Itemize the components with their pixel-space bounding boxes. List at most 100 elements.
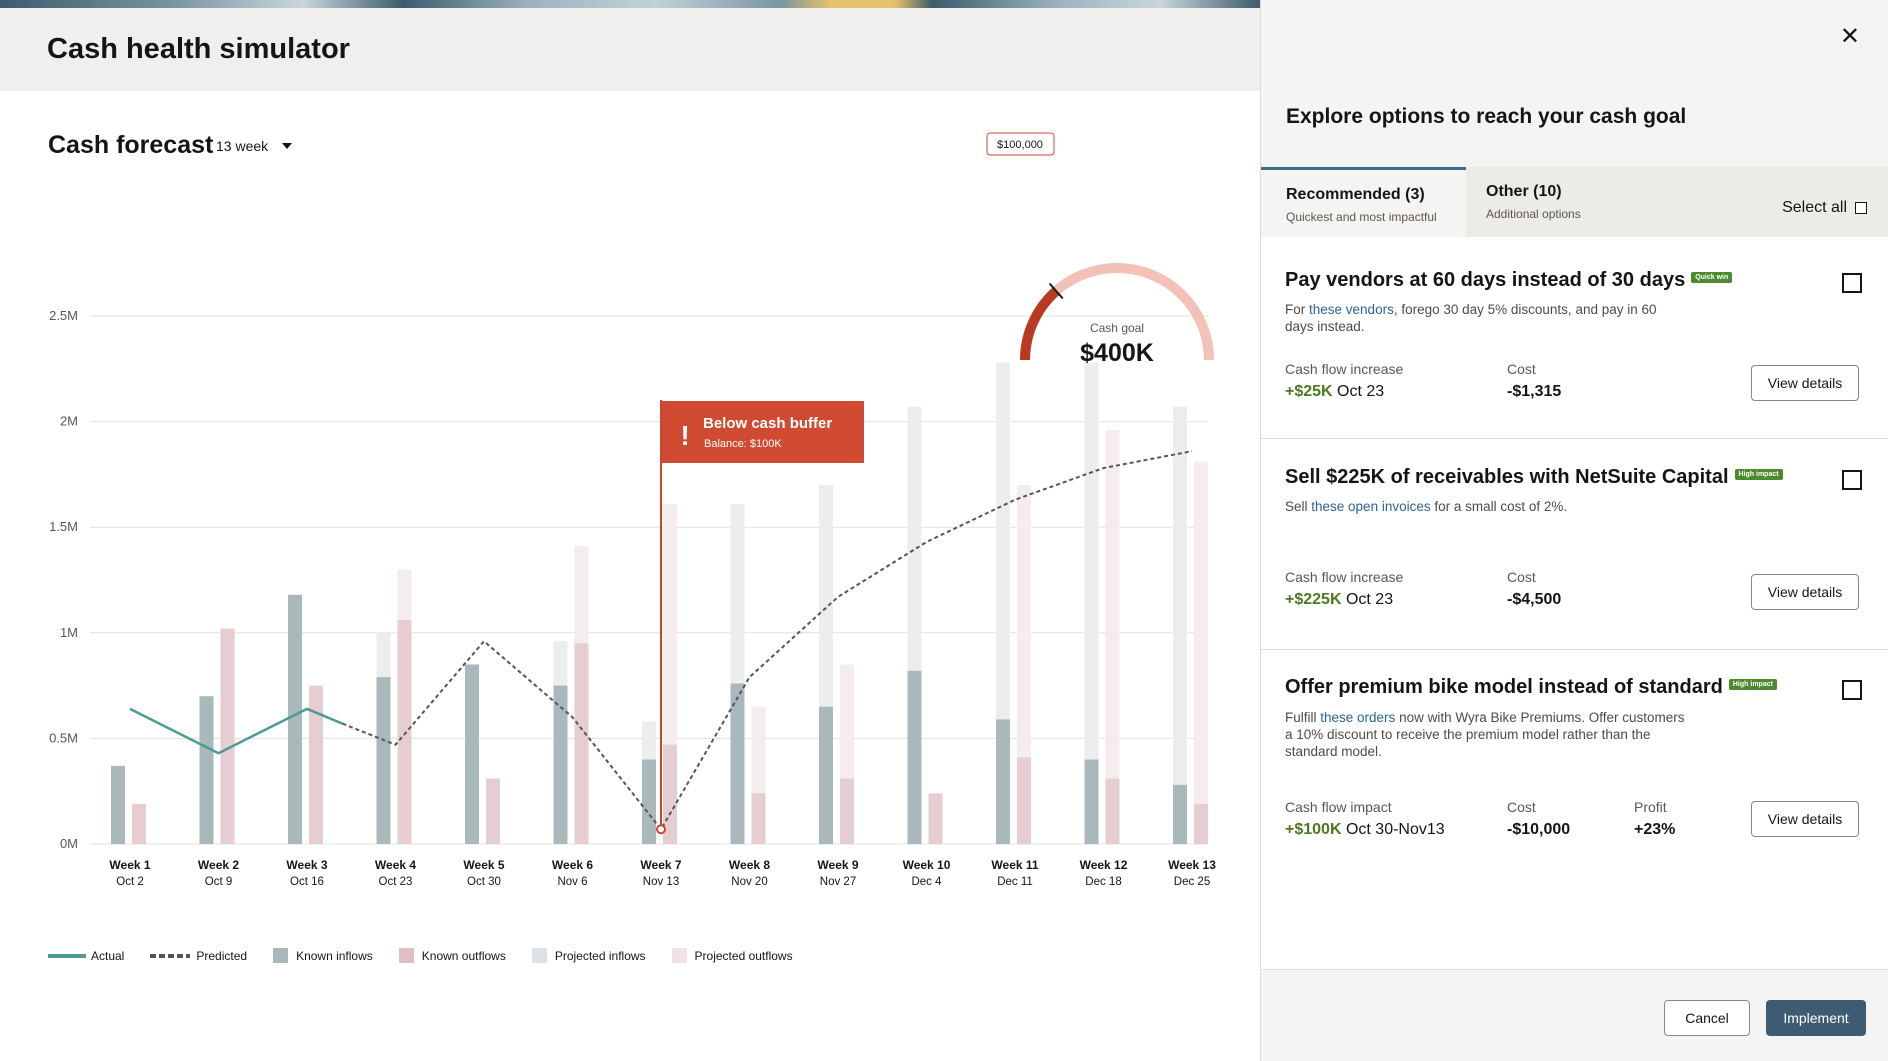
alert-tooltip-box: [661, 401, 864, 463]
x-tick-week: Week 8: [729, 858, 770, 872]
bar-known-inflow: [642, 759, 656, 844]
y-tick-label: 1M: [60, 625, 78, 640]
tab-other-sublabel: Additional options: [1486, 207, 1581, 221]
select-all-checkbox[interactable]: Select all: [1782, 199, 1867, 217]
option-title: Offer premium bike model instead of stan…: [1285, 676, 1777, 699]
option-checkbox[interactable]: [1842, 680, 1862, 700]
gauge-label: Cash goal: [1090, 321, 1144, 335]
bar-known-outflow: [1017, 757, 1031, 844]
bar-known-inflow: [465, 664, 479, 844]
bar-known-inflow: [553, 685, 568, 844]
legend-swatch-actual: [48, 953, 86, 958]
metric-cash-flow-impact: Cash flow impact +$100K Oct 30-Nov13: [1285, 799, 1445, 838]
bar-known-outflow: [486, 778, 500, 844]
page-title: Cash health simulator: [47, 33, 350, 65]
option-description: Fulfill these orders now with Wyra Bike …: [1285, 710, 1685, 759]
open-invoices-link[interactable]: these open invoices: [1311, 499, 1430, 514]
checkbox-icon: [1855, 202, 1867, 214]
alert-icon: !: [680, 420, 689, 451]
x-tick-date: Nov 13: [643, 876, 679, 888]
bar-known-inflow: [907, 670, 922, 844]
bar-known-inflow: [730, 683, 745, 844]
view-details-button[interactable]: View details: [1751, 574, 1859, 610]
options-list: Pay vendors at 60 days instead of 30 day…: [1261, 237, 1888, 969]
x-tick-week: Week 2: [198, 858, 239, 872]
x-tick-week: Week 10: [903, 858, 951, 872]
bar-projected-outflow: [1194, 461, 1208, 844]
alert-balance: Balance: $100K: [704, 438, 782, 450]
view-details-button[interactable]: View details: [1751, 801, 1859, 837]
x-tick-week: Week 9: [817, 858, 858, 872]
legend-swatch-projected-inflows: [531, 948, 547, 963]
option-title: Sell $225K of receivables with NetSuite …: [1285, 466, 1783, 489]
page-header: Cash health simulator: [0, 8, 1260, 91]
legend-swatch-known-inflows: [273, 948, 289, 963]
panel-title: Explore options to reach your cash goal: [1286, 105, 1687, 128]
x-tick-week: Week 5: [463, 858, 504, 872]
main-area: Cash health simulator Cash forecast 13 w…: [0, 0, 1260, 1061]
view-details-button[interactable]: View details: [1751, 365, 1859, 401]
bar-known-outflow: [574, 643, 589, 844]
x-tick-date: Nov 20: [731, 876, 767, 888]
chart-legend: Actual Predicted Known inflows Known out…: [48, 948, 819, 963]
decorative-banner-strip: [0, 0, 1260, 8]
option-checkbox[interactable]: [1842, 470, 1862, 490]
bar-known-inflow: [111, 765, 125, 844]
metric-cash-flow: Cash flow increase +$225K Oct 23: [1285, 569, 1404, 608]
x-tick-date: Oct 30: [467, 876, 501, 888]
bar-known-inflow: [199, 696, 214, 844]
legend-swatch-predicted: [150, 953, 191, 958]
option-card-pay-vendors: Pay vendors at 60 days instead of 30 day…: [1261, 237, 1888, 439]
x-tick-date: Dec 4: [911, 876, 942, 888]
tab-recommended-label: Recommended (3): [1286, 186, 1425, 203]
bar-projected-inflow: [1173, 406, 1187, 844]
bar-known-inflow: [819, 706, 833, 844]
alert-marker-point: [656, 824, 666, 835]
legend-item-known-inflows: Known inflows: [273, 948, 373, 963]
option-badge: High impact: [1734, 469, 1783, 481]
tab-other-label: Other (10): [1486, 183, 1562, 200]
x-tick-week: Week 12: [1080, 858, 1128, 872]
bar-known-outflow: [397, 620, 412, 844]
x-tick-date: Dec 11: [997, 876, 1033, 888]
orders-link[interactable]: these orders: [1320, 710, 1395, 725]
bar-known-outflow: [928, 793, 943, 844]
bar-known-outflow: [1194, 803, 1208, 844]
tab-recommended[interactable]: Recommended (3) Quickest and most impact…: [1261, 167, 1466, 237]
option-description: Sell these open invoices for a small cos…: [1285, 499, 1568, 514]
bar-known-inflow: [1084, 759, 1099, 844]
legend-item-projected-outflows: Projected outflows: [671, 948, 793, 963]
legend-item-predicted: Predicted: [150, 949, 247, 963]
x-tick-date: Oct 9: [205, 876, 232, 888]
bar-known-outflow: [1105, 778, 1120, 844]
x-tick-week: Week 13: [1168, 858, 1216, 872]
x-tick-date: Nov 27: [820, 876, 856, 888]
y-tick-label: 0M: [60, 836, 78, 851]
metric-cost: Cost -$10,000: [1507, 799, 1571, 838]
cash-forecast-chart: 2.5M 2M 1.5M 1M 0.5M 0M Week 1 Oct 2 Week 2 Oct 9…: [49, 132, 1216, 888]
bar-known-outflow: [132, 803, 146, 844]
option-title: Pay vendors at 60 days instead of 30 day…: [1285, 269, 1733, 292]
select-all-label: Select all: [1782, 199, 1847, 216]
alert-title: Below cash buffer: [703, 415, 832, 432]
x-tick-week: Week 4: [375, 858, 416, 872]
close-icon[interactable]: ✕: [1840, 22, 1860, 51]
bar-known-outflow: [840, 778, 854, 844]
bar-known-outflow: [751, 793, 766, 844]
x-tick-week: Week 3: [286, 858, 327, 872]
x-tick-date: Nov 6: [557, 876, 587, 888]
bar-known-inflow: [376, 677, 391, 844]
vendors-link[interactable]: these vendors: [1309, 302, 1394, 317]
x-tick-date: Dec 18: [1085, 876, 1121, 888]
y-tick-label: 2M: [60, 414, 78, 429]
metric-profit: Profit +23%: [1634, 799, 1676, 838]
x-tick-date: Oct 2: [116, 876, 143, 888]
x-tick-week: Week 1: [109, 858, 150, 872]
option-checkbox[interactable]: [1842, 273, 1862, 293]
x-tick-week: Week 11: [991, 858, 1038, 872]
x-tick-date: Oct 23: [379, 876, 413, 888]
implement-button[interactable]: Implement: [1766, 1000, 1866, 1036]
tab-other[interactable]: Other (10) Additional options: [1466, 167, 1666, 237]
cancel-button[interactable]: Cancel: [1664, 1000, 1750, 1036]
y-tick-label: 1.5M: [49, 519, 78, 534]
